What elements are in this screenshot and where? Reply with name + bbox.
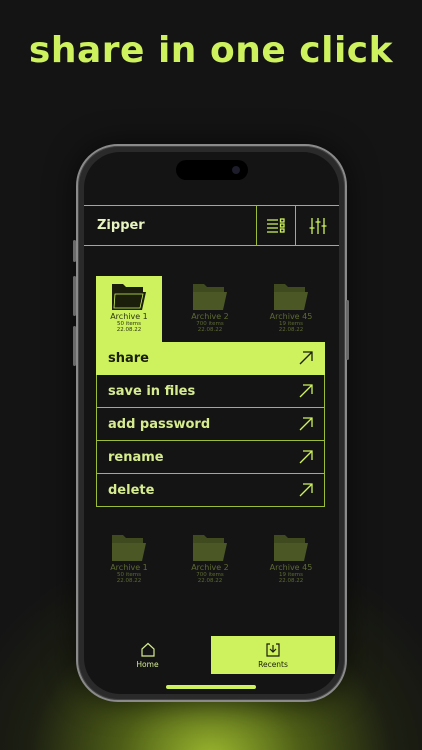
folder-archive-45[interactable]: Archive 45 19 items 22.08.22 xyxy=(258,527,324,593)
folder-date: 22.08.22 xyxy=(116,327,142,333)
sliders-icon xyxy=(309,217,326,234)
folder-archive-45[interactable]: Archive 45 19 items 22.08.22 xyxy=(258,276,324,342)
arrow-up-right-icon xyxy=(299,483,313,497)
arrow-up-right-icon xyxy=(299,351,313,365)
headline: share in one click xyxy=(28,30,394,71)
tab-home[interactable]: Home xyxy=(84,636,211,674)
tab-label: Recents xyxy=(258,659,288,669)
menu-item-label: add password xyxy=(108,416,211,432)
folder-icon xyxy=(274,535,308,561)
phone-screen: Zipper Archive 1 50 items 22.08.22 Archi… xyxy=(84,152,339,694)
folder-icon xyxy=(112,535,146,561)
folder-open-icon xyxy=(112,284,146,310)
app-bar: Zipper xyxy=(84,205,339,246)
folder-name: Archive 45 xyxy=(269,312,313,321)
folder-icon xyxy=(274,284,308,310)
power-button xyxy=(346,300,349,360)
tab-bar: Home Recents xyxy=(84,636,339,674)
home-indicator xyxy=(166,685,256,689)
folder-archive-2[interactable]: Archive 2 700 items 22.08.22 xyxy=(177,276,243,342)
folder-archive-2[interactable]: Archive 2 700 items 22.08.22 xyxy=(177,527,243,593)
dynamic-island xyxy=(176,160,248,180)
folder-name: Archive 1 xyxy=(110,563,148,572)
menu-item-delete[interactable]: delete xyxy=(96,474,325,507)
folder-archive-1[interactable]: Archive 1 50 items 22.08.22 xyxy=(96,276,162,342)
recents-icon xyxy=(266,642,280,657)
list-view-button[interactable] xyxy=(256,206,294,245)
folder-date: 22.08.22 xyxy=(278,327,304,333)
arrow-up-right-icon xyxy=(299,384,313,398)
folder-date: 22.08.22 xyxy=(278,578,304,584)
volume-down-button xyxy=(73,326,76,366)
menu-item-label: rename xyxy=(108,449,164,465)
camera-icon xyxy=(232,166,240,174)
volume-up-button xyxy=(73,276,76,316)
app-title: Zipper xyxy=(97,218,145,233)
folder-date: 22.08.22 xyxy=(197,327,223,333)
folder-name: Archive 1 xyxy=(110,312,148,321)
folder-name: Archive 2 xyxy=(191,312,229,321)
folder-date: 22.08.22 xyxy=(116,578,142,584)
menu-item-save-in-files[interactable]: save in files xyxy=(96,375,325,408)
list-view-icon xyxy=(266,217,285,233)
action-button xyxy=(73,240,76,262)
arrow-up-right-icon xyxy=(299,450,313,464)
menu-item-label: share xyxy=(108,350,149,366)
menu-item-share[interactable]: share xyxy=(96,342,325,375)
arrow-up-right-icon xyxy=(299,417,313,431)
menu-item-label: delete xyxy=(108,482,155,498)
folder-icon xyxy=(193,535,227,561)
menu-item-add-password[interactable]: add password xyxy=(96,408,325,441)
tab-recents[interactable]: Recents xyxy=(211,636,335,674)
folder-date: 22.08.22 xyxy=(197,578,223,584)
tab-label: Home xyxy=(136,659,159,669)
folder-name: Archive 2 xyxy=(191,563,229,572)
folder-icon xyxy=(193,284,227,310)
folder-archive-1[interactable]: Archive 1 50 items 22.08.22 xyxy=(96,527,162,593)
menu-item-rename[interactable]: rename xyxy=(96,441,325,474)
home-icon xyxy=(140,642,155,657)
menu-item-label: save in files xyxy=(108,383,196,399)
folder-name: Archive 45 xyxy=(269,563,313,572)
filter-button[interactable] xyxy=(295,206,339,245)
context-menu: share save in files add password rename … xyxy=(96,342,325,507)
